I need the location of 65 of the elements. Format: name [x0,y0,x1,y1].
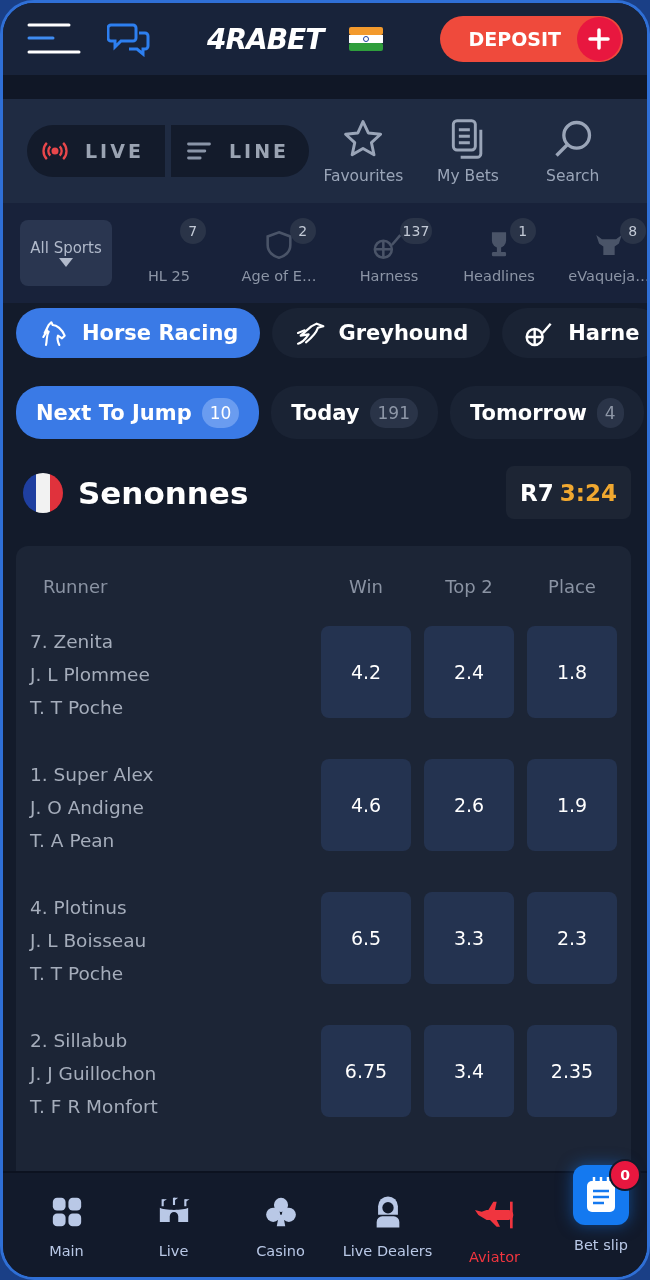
runner-name: 2. Sillabub [30,1029,129,1053]
mode-tab[interactable]: LINE [171,125,309,177]
odds-button[interactable]: 6.75 [321,1025,411,1117]
sport-tab[interactable]: Horse Racing [16,308,261,358]
odds-button[interactable]: 1.8 [527,626,617,718]
odds-button[interactable]: 6.5 [321,892,411,984]
chat-icon [107,21,151,57]
filter-tab[interactable]: Tomorrow 4 [450,386,644,439]
nav-item[interactable]: Live Dealers [334,1173,441,1260]
column-header: Runner [42,575,109,597]
trainer-name: T. T Poche [30,962,125,986]
logo[interactable]: 4RABET [207,22,324,56]
jockey-name: J. L Boisseau [30,929,148,953]
trainer-name: T. F R Monfort [30,1095,159,1119]
flag-icon [22,471,64,514]
nav-item[interactable]: Main [13,1173,120,1260]
all-sports-button[interactable]: All Sports [20,220,112,286]
odds-button[interactable]: 3.3 [424,892,514,984]
count-badge: 1 [509,218,536,244]
count-badge: 7 [179,218,206,244]
odds-button[interactable]: 2.3 [527,892,617,984]
race-timer: R7 3:24 [506,466,631,519]
nav-item[interactable]: Casino [227,1173,334,1260]
filter-tab[interactable]: Today 191 [271,386,438,439]
notepad-icon [585,1176,617,1214]
count-badge: 4 [596,397,624,428]
count-badge: 137 [399,218,433,244]
sport-tab[interactable]: Greyhound [272,308,491,358]
column-header: Place [547,575,597,597]
jockey-name: J. O Andigne [30,796,145,820]
odds-button[interactable]: 1.9 [527,759,617,851]
dropdown-caret-icon [59,257,73,268]
count-badge: 2 [289,218,316,244]
flag-icon [349,27,384,51]
odds-button[interactable]: 2.35 [527,1025,617,1117]
odds-button[interactable]: 4.2 [321,626,411,718]
toolbar-link[interactable]: Favourites [313,117,414,185]
toolbar-link[interactable]: Search [522,117,623,185]
count-badge: 8 [619,218,646,244]
odds-button[interactable]: 2.4 [424,626,514,718]
runner-name: 7. Zenita [30,630,115,654]
trainer-name: T. A Pean [30,829,116,853]
jockey-name: J. L Plommee [30,663,151,687]
column-header: Win [348,575,384,597]
toolbar-link[interactable]: My Bets [417,117,519,185]
menu-icon [27,21,81,57]
odds-button[interactable]: 2.6 [424,759,514,851]
runner-name: 4. Plotinus [30,896,128,920]
column-header: Top 2 [444,575,494,597]
jockey-name: J. J Guillochon [30,1062,158,1086]
count-badge: 0 [609,1159,641,1191]
venue-name: Senonnes [78,474,249,511]
filter-tab[interactable]: Next To Jump 10 [16,386,260,439]
count-badge: 191 [369,397,418,428]
odds-button[interactable]: 3.4 [424,1025,514,1117]
sport-tab[interactable]: Harne [502,308,647,358]
deposit-button[interactable]: DEPOSIT [440,16,623,62]
runner-name: 1. Super Alex [30,763,155,787]
trainer-name: T. T Poche [30,696,125,720]
plus-icon [588,28,610,50]
nav-item[interactable]: Live [120,1173,227,1260]
nav-item[interactable]: Aviator [441,1173,548,1266]
count-badge: 10 [201,397,240,428]
odds-button[interactable]: 4.6 [321,759,411,851]
mode-tab[interactable]: LIVE [27,125,165,177]
